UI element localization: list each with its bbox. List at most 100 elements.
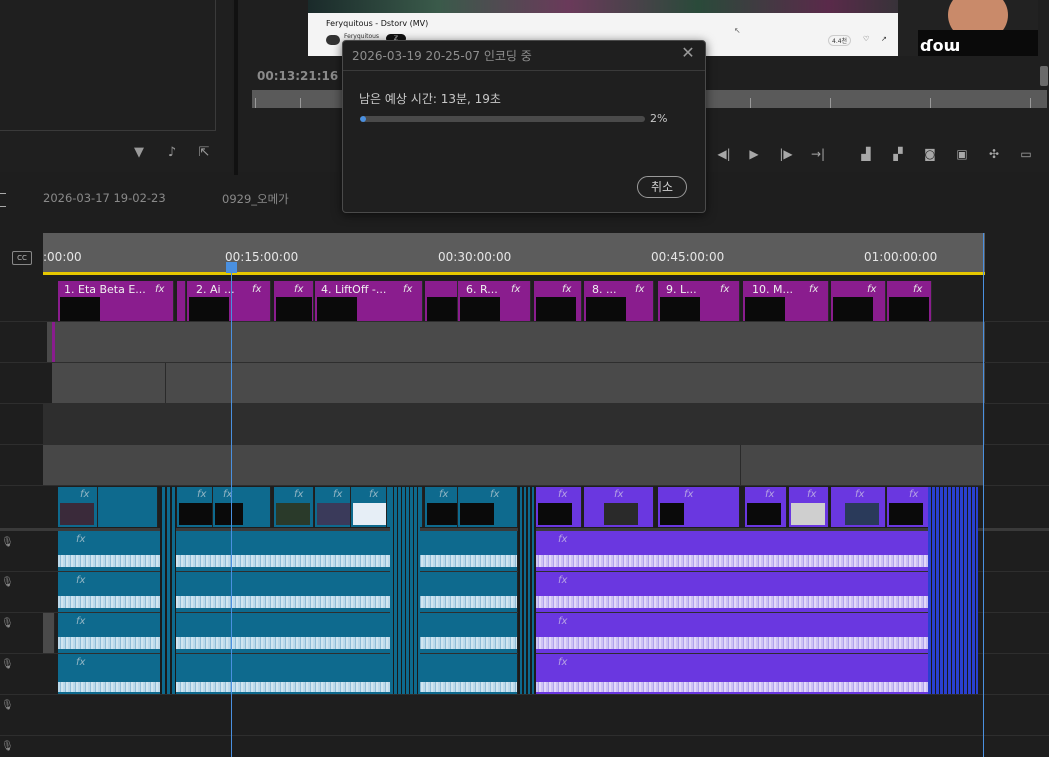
extract-icon[interactable]: ▞ (889, 146, 907, 162)
mic-icon[interactable]: 🎙 (1, 536, 14, 550)
timeline-clip[interactable]: 8. ... fx (584, 281, 654, 321)
timeline-clip-grey[interactable] (47, 322, 985, 362)
settings-icon[interactable]: ✣ (985, 146, 1003, 162)
audio-waveform (58, 637, 517, 649)
audio-clip[interactable]: fx (58, 654, 518, 694)
video-clip[interactable]: fx (658, 487, 740, 527)
fx-badge: fx (76, 534, 86, 545)
audio-waveform (536, 555, 977, 567)
clip-label: 6. R... (466, 283, 498, 296)
timeline-track-sparse[interactable] (43, 404, 985, 444)
play-icon[interactable]: ▶ (745, 146, 763, 162)
mic-icon[interactable]: 🎙 (1, 617, 14, 631)
step-forward-icon[interactable]: |▶ (777, 146, 795, 162)
fx-badge: fx (562, 284, 572, 295)
timeline-clip[interactable]: 4. LiftOff -... fx (315, 281, 423, 321)
video-clip[interactable]: fx (536, 487, 582, 527)
timeline-clip[interactable]: 10. M... fx (743, 281, 829, 321)
timeline-menu-icon[interactable] (0, 193, 6, 207)
timeline-clip[interactable]: fx (534, 281, 582, 321)
video-clip[interactable]: fx (789, 487, 829, 527)
timeline-clip[interactable] (177, 281, 186, 321)
audio-clip[interactable]: fx (58, 572, 518, 612)
audio-clip[interactable]: fx (536, 531, 978, 571)
scrub-tick (1030, 98, 1031, 108)
clip-thumbnail (215, 503, 243, 525)
timeline-clip-grey[interactable] (43, 445, 983, 485)
clip-thumbnail (889, 503, 923, 525)
timeline-clip[interactable]: 2. Ai ... fx (187, 281, 271, 321)
time-ruler[interactable] (43, 233, 985, 273)
lift-icon[interactable]: ▟ (857, 146, 875, 162)
scroll-handle[interactable] (1040, 66, 1048, 86)
captions-icon[interactable]: CC (12, 251, 32, 265)
work-area-bar[interactable] (43, 272, 985, 275)
timeline-clip[interactable] (425, 281, 458, 321)
like-count: 4.4천 (828, 35, 852, 46)
playhead-handle[interactable] (226, 262, 237, 273)
insert-audio-icon[interactable]: ♪ (164, 146, 180, 160)
video-clip[interactable]: fx (831, 487, 886, 527)
timeline-clip-grey[interactable] (52, 363, 166, 403)
clip-thumbnail (353, 503, 386, 525)
video-clip[interactable]: fx (584, 487, 654, 527)
cancel-button[interactable]: 취소 (637, 176, 687, 198)
audio-clip[interactable]: fx (58, 613, 518, 653)
timeline-clip-grey[interactable] (166, 363, 985, 403)
timeline-clip[interactable]: fx (274, 281, 314, 321)
mic-icon[interactable]: 🎙 (1, 576, 14, 590)
clip-thumbnail (889, 297, 929, 321)
audio-clip[interactable] (43, 613, 55, 653)
fx-badge: fx (439, 489, 449, 500)
video-title: Feryquitous - Dstorv (MV) (326, 19, 429, 28)
video-clip[interactable]: fx (177, 487, 213, 527)
fx-badge: fx (369, 489, 379, 500)
audio-clip[interactable]: fx (58, 531, 518, 571)
audio-clip[interactable]: fx (536, 654, 978, 694)
go-to-out-icon[interactable]: →| (809, 146, 827, 162)
fx-badge: fx (855, 489, 865, 500)
timeline-clip[interactable]: fx (887, 281, 932, 321)
close-icon[interactable]: ✕ (680, 44, 696, 62)
track-separator (0, 485, 1049, 486)
mic-icon[interactable]: 🎙 (1, 699, 14, 713)
video-clip[interactable] (98, 487, 158, 527)
safe-margins-icon[interactable]: ▭ (1017, 146, 1035, 162)
video-clip[interactable]: fx (425, 487, 458, 527)
video-clip[interactable]: fx (274, 487, 314, 527)
compare-icon[interactable]: ▣ (953, 146, 971, 162)
clip-thumbnail (460, 297, 500, 321)
timeline-clip-marker (52, 322, 55, 362)
mic-icon[interactable]: 🎙 (1, 658, 14, 672)
audio-clip[interactable]: fx (536, 613, 978, 653)
tab-sequence-1[interactable]: 2026-03-17 19-02-23 (43, 191, 166, 205)
track-separator (0, 694, 1049, 695)
program-timecode[interactable]: 00:13:21:16 (257, 69, 338, 83)
video-clip[interactable]: fx (745, 487, 787, 527)
fx-badge: fx (684, 489, 694, 500)
encoding-progress-bar (360, 116, 645, 122)
video-clip[interactable]: fx (458, 487, 518, 527)
video-clip[interactable]: fx (58, 487, 98, 527)
track-separator (0, 735, 1049, 736)
video-clip[interactable]: fx (315, 487, 351, 527)
timeline-clip[interactable]: 1. Eta Beta E... fx (58, 281, 174, 321)
timeline-clip[interactable]: fx (831, 281, 886, 321)
dislike-icon: ♡ (863, 35, 870, 43)
video-clip[interactable]: fx (887, 487, 932, 527)
ruler-label: 00:30:00:00 (438, 250, 512, 264)
export-frame-icon[interactable]: ⇱ (196, 146, 212, 160)
mic-icon[interactable]: 🎙 (1, 740, 14, 754)
filter-icon[interactable]: ▼ (131, 146, 147, 160)
camera-icon[interactable]: ◙ (921, 146, 939, 162)
tab-sequence-2[interactable]: 0929_오메가 (222, 191, 289, 207)
channel-avatar (326, 35, 340, 45)
video-clip[interactable]: fx (351, 487, 387, 527)
clip-thumbnail (747, 503, 781, 525)
ruler-label: 00:45:00:00 (651, 250, 725, 264)
step-back-icon[interactable]: ◀| (715, 146, 733, 162)
video-clip[interactable]: fx (213, 487, 271, 527)
timeline-clip[interactable]: 9. L... fx (658, 281, 740, 321)
audio-clip[interactable]: fx (536, 572, 978, 612)
timeline-clip[interactable]: 6. R... fx (458, 281, 531, 321)
